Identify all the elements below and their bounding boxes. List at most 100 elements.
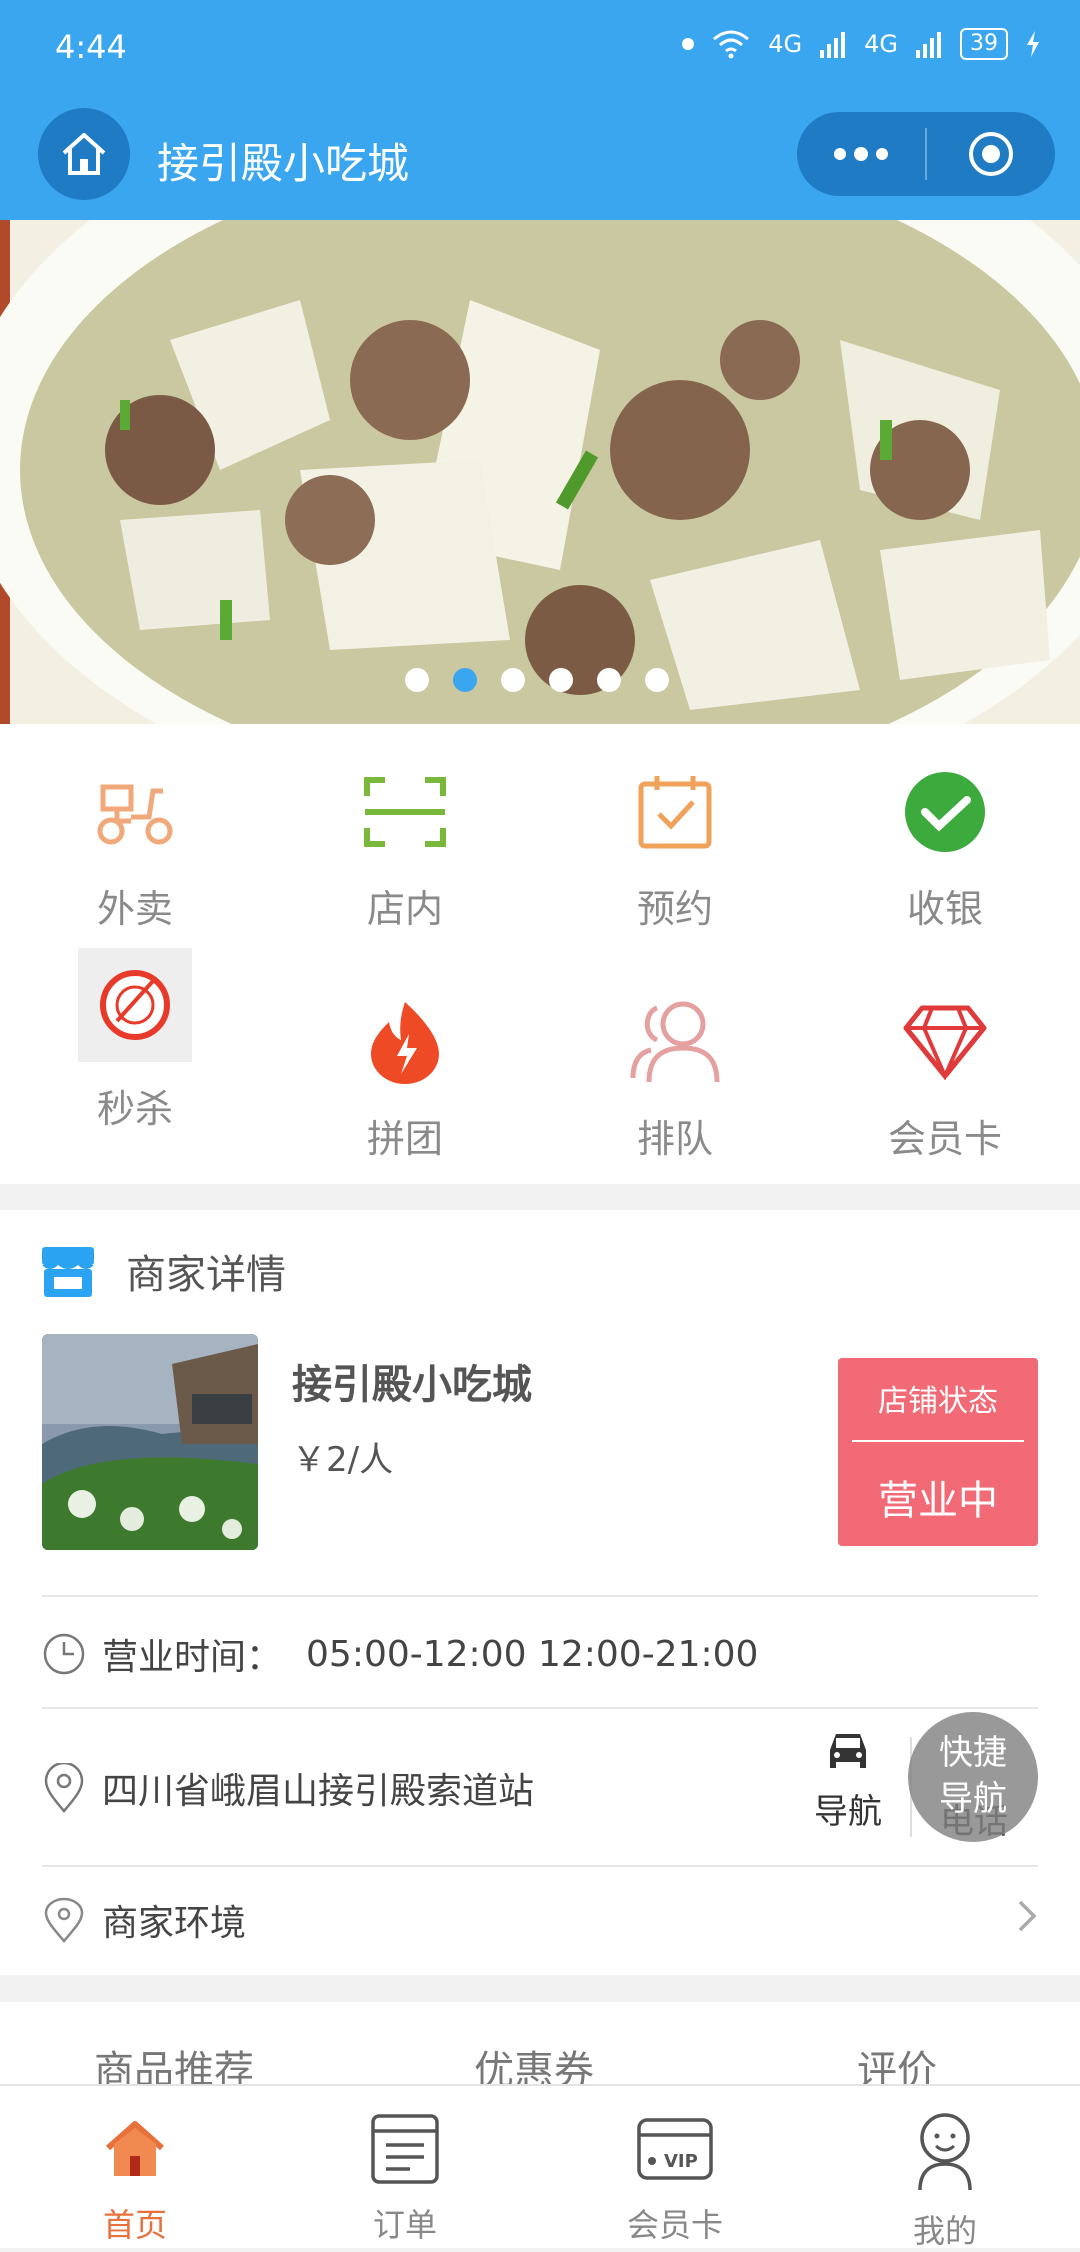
hours-label: 营业时间： — [102, 1637, 283, 1678]
business-hours-row: 营业时间： 05:00-12:00 12:00-21:00 — [42, 1628, 758, 1680]
fire-icon — [355, 992, 455, 1092]
signal-4g-icon-2: 4G — [864, 30, 898, 58]
notification-dot-icon — [682, 38, 695, 50]
signal-bars-icon — [820, 32, 846, 58]
grid-item-cashier[interactable]: 收银 — [810, 724, 1080, 954]
flash-sale-icon — [78, 948, 192, 1062]
carousel-dots — [405, 668, 669, 692]
car-icon — [830, 1734, 866, 1768]
grid-item-reservation[interactable]: 预约 — [540, 724, 810, 954]
grid-label: 拼团 — [366, 1117, 443, 1161]
battery-indicator: 39 — [960, 28, 1008, 60]
navigate-label: 导航 — [814, 1792, 882, 1832]
grid-item-dine-in[interactable]: 店内 — [270, 724, 540, 954]
clock-icon — [43, 1633, 85, 1675]
shop-status-badge: 店铺状态 营业中 — [838, 1358, 1038, 1546]
merchant-environment-row[interactable]: 商家环境 — [42, 1894, 246, 1946]
grid-label: 外卖 — [96, 887, 173, 931]
navigate-button[interactable]: 导航 — [802, 1730, 894, 1833]
grid-label: 预约 — [636, 887, 713, 931]
profile-icon — [905, 2112, 985, 2192]
more-button[interactable] — [797, 112, 925, 196]
status-bar: 4:44 4G 4G 39 — [0, 0, 1080, 90]
carousel-dot[interactable] — [645, 668, 669, 692]
status-value: 营业中 — [878, 1478, 998, 1524]
calendar-check-icon — [625, 762, 725, 862]
carousel-dot[interactable] — [597, 668, 621, 692]
divider — [42, 1707, 1038, 1709]
location-pin-icon — [44, 1763, 84, 1813]
bottom-nav-member-card[interactable]: VIP 会员卡 — [540, 2096, 810, 2246]
grid-label: 排队 — [636, 1117, 713, 1161]
signal-bars-icon-2 — [916, 32, 941, 58]
charging-icon — [1027, 31, 1039, 57]
banner-food-image — [0, 220, 1080, 724]
carousel-dot[interactable] — [549, 668, 573, 692]
location-tag-icon — [44, 1897, 84, 1943]
address-text: 四川省峨眉山接引殿索道站 — [102, 1771, 535, 1812]
content-tabs: 商品推荐 优惠券 评价 — [0, 2002, 1080, 2094]
grid-item-takeout[interactable]: 外卖 — [0, 724, 270, 954]
home-button[interactable] — [38, 108, 130, 200]
hours-value: 05:00-12:00 12:00-21:00 — [306, 1633, 759, 1675]
merchant-header: 商家详情 — [40, 1242, 286, 1300]
bottom-nav-profile[interactable]: 我的 — [810, 2096, 1080, 2250]
scan-icon — [355, 762, 455, 862]
grid-label: 会员卡 — [887, 1117, 1002, 1161]
order-icon — [365, 2112, 445, 2186]
grid-item-flash-sale[interactable]: 秒杀 — [0, 948, 270, 1184]
fab-line2: 导航 — [939, 1779, 1007, 1819]
scooter-icon — [85, 762, 185, 862]
grid-item-queue[interactable]: 排队 — [540, 954, 810, 1184]
target-icon — [969, 132, 1013, 176]
app-header: 4:44 4G 4G 39 接引殿小吃城 — [0, 0, 1080, 220]
section-title: 商家详情 — [126, 1252, 286, 1298]
carousel-dot[interactable] — [405, 668, 429, 692]
diamond-icon — [895, 992, 995, 1092]
grid-item-group-buy[interactable]: 拼团 — [270, 954, 540, 1184]
function-grid: 外卖 店内 预约 收银 秒杀 拼团 排队 会员卡 — [0, 724, 1080, 1184]
shop-thumbnail[interactable] — [42, 1334, 258, 1550]
bottom-nav-home[interactable]: 首页 — [0, 2096, 270, 2246]
grid-label: 店内 — [366, 887, 443, 931]
svg-text:VIP: VIP — [664, 2151, 698, 2172]
shop-price: ￥2/人 — [292, 1440, 394, 1480]
merchant-panel: 商家详情 接引殿小吃城 ￥2/人 店铺状态 营业中 营业时间： 05:00-12… — [0, 1210, 1080, 1975]
bottom-nav-label: 订单 — [372, 2206, 437, 2244]
home-icon — [62, 133, 106, 175]
fab-line1: 快捷 — [939, 1733, 1007, 1774]
nav-bar: 接引殿小吃城 — [0, 108, 1080, 208]
checkmark-circle-icon — [895, 762, 995, 862]
bottom-nav-label: 会员卡 — [626, 2206, 723, 2244]
status-label: 店铺状态 — [878, 1384, 998, 1419]
quick-navigate-fab[interactable]: 快捷 导航 — [908, 1712, 1038, 1842]
bottom-nav-orders[interactable]: 订单 — [270, 2096, 540, 2246]
vip-card-icon: VIP — [635, 2112, 715, 2186]
bottom-nav: 首页 订单 VIP 会员卡 我的 — [0, 2084, 1080, 2250]
close-miniprogram-button[interactable] — [927, 112, 1055, 196]
home-icon — [95, 2112, 175, 2186]
bottom-nav-label: 我的 — [912, 2212, 977, 2250]
divider — [42, 1865, 1038, 1867]
grid-label: 收银 — [906, 887, 983, 931]
status-time: 4:44 — [55, 28, 127, 66]
miniprogram-capsule — [797, 112, 1055, 196]
carousel-dot[interactable] — [501, 668, 525, 692]
divider — [42, 1595, 1038, 1597]
bottom-nav-label: 首页 — [102, 2206, 167, 2244]
grid-item-member-card[interactable]: 会员卡 — [810, 954, 1080, 1184]
environment-label: 商家环境 — [102, 1903, 247, 1944]
address-row[interactable]: 四川省峨眉山接引殿索道站 — [42, 1762, 534, 1814]
shop-name: 接引殿小吃城 — [292, 1362, 532, 1408]
signal-4g-icon: 4G — [768, 30, 803, 58]
people-icon — [625, 992, 725, 1092]
more-dots-icon — [834, 147, 888, 161]
wifi-icon — [713, 30, 750, 59]
store-icon — [42, 1247, 94, 1297]
grid-label: 秒杀 — [96, 1087, 173, 1131]
status-icons: 4G 4G 39 — [682, 28, 1040, 60]
banner-carousel[interactable] — [0, 220, 1080, 724]
carousel-dot-active[interactable] — [453, 668, 477, 692]
status-divider — [852, 1440, 1024, 1442]
page-title: 接引殿小吃城 — [157, 139, 410, 188]
